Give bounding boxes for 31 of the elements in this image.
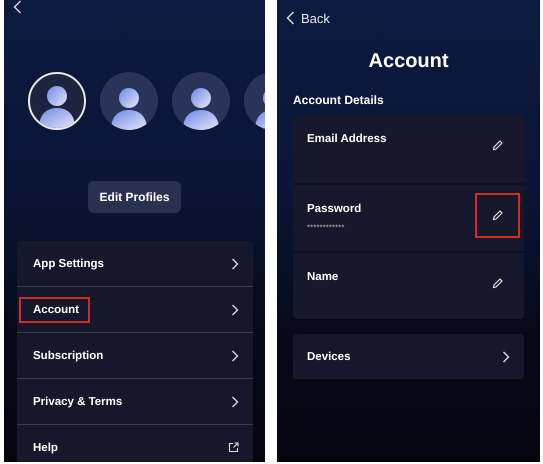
chevron-right-icon xyxy=(231,396,239,408)
back-icon[interactable] xyxy=(286,11,295,25)
external-link-icon xyxy=(228,442,239,453)
menu-item[interactable]: App Settings xyxy=(17,241,253,286)
pencil-icon xyxy=(492,140,503,151)
detail-label: Email Address xyxy=(307,133,386,145)
chevron-right-icon xyxy=(231,258,239,270)
menu-item-label: Subscription xyxy=(32,348,104,364)
chevron-right-icon xyxy=(231,304,239,316)
detail-label: Password xyxy=(307,203,362,215)
menu-item[interactable]: Account xyxy=(17,286,253,332)
pencil-icon xyxy=(492,210,503,221)
devices-row[interactable]: Devices xyxy=(293,334,524,379)
menu-item-label: App Settings xyxy=(32,256,105,272)
menu-item-label: Privacy & Terms xyxy=(32,394,124,410)
masked-password: ************ xyxy=(307,223,346,232)
edit-button[interactable] xyxy=(475,193,520,238)
menu-item[interactable]: Subscription xyxy=(17,332,253,378)
back-icon[interactable] xyxy=(13,0,22,14)
pencil-icon xyxy=(492,278,503,289)
back-link[interactable]: Back xyxy=(301,10,330,26)
menu-item-label: Help xyxy=(32,440,59,456)
section-heading: Account Details xyxy=(293,93,385,107)
edit-profiles-button[interactable]: Edit Profiles xyxy=(88,181,180,213)
screen-title: Account xyxy=(368,50,450,73)
chevron-right-icon xyxy=(231,350,239,362)
detail-label: Name xyxy=(307,271,338,283)
menu-item[interactable]: Privacy & Terms xyxy=(17,378,253,424)
chevron-right-icon xyxy=(502,350,510,362)
menu-item-label: Account xyxy=(19,296,90,322)
menu-item[interactable]: Help xyxy=(17,424,253,462)
